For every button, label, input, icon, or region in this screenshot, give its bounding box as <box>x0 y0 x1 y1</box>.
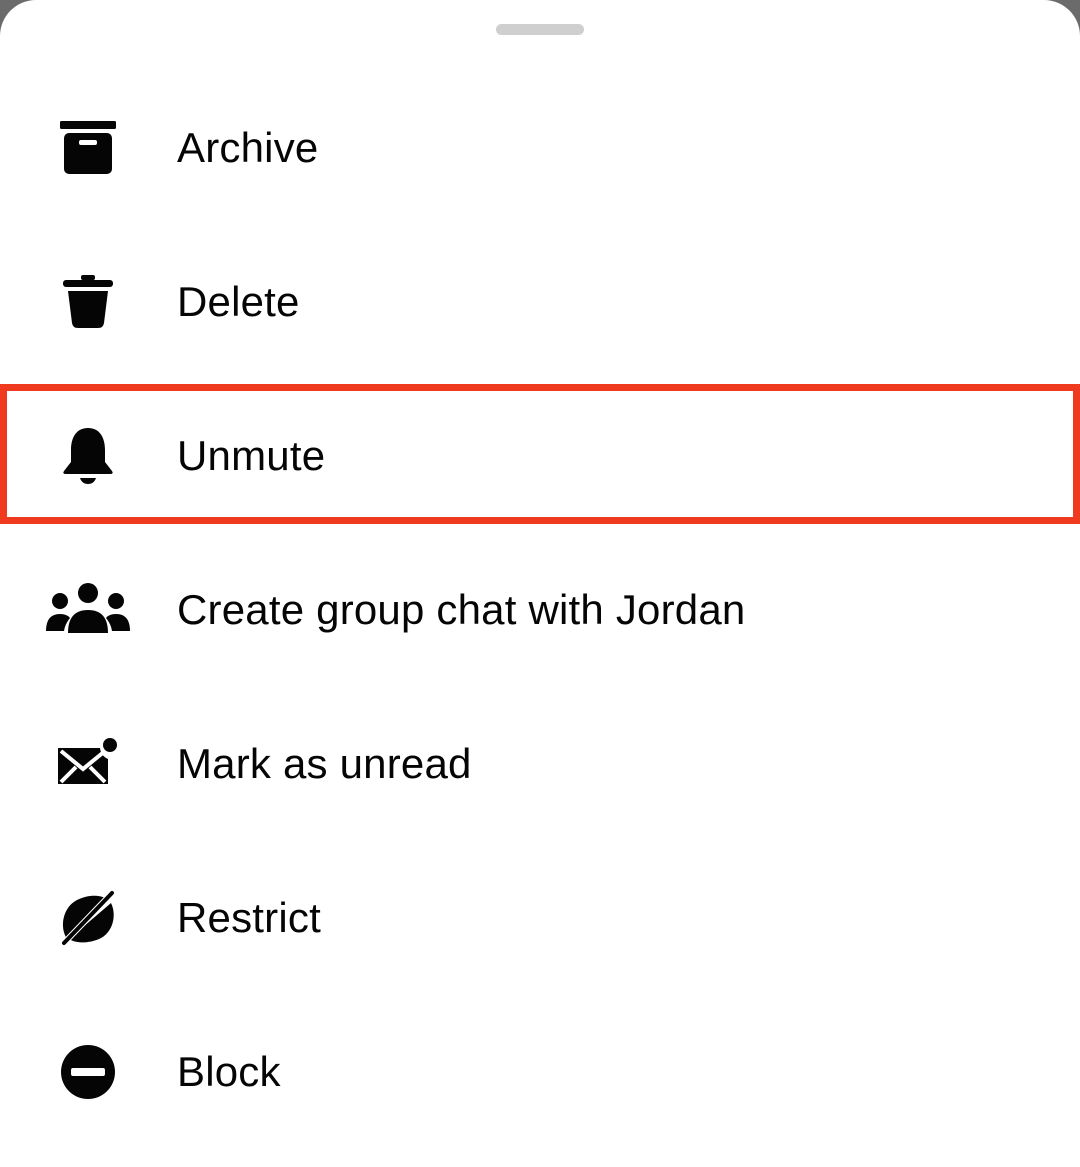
menu-item-label: Block <box>177 1048 281 1095</box>
options-menu: Archive Delete Unmute Create group chat … <box>0 71 1080 1149</box>
menu-item-mark-as-unread[interactable]: Mark as unread <box>0 687 1080 841</box>
bell-icon <box>42 424 134 488</box>
archive-icon <box>42 116 134 180</box>
menu-item-label: Unmute <box>177 432 326 479</box>
menu-item-archive[interactable]: Archive <box>0 71 1080 225</box>
menu-item-label: Archive <box>177 124 319 171</box>
restrict-icon <box>42 886 134 950</box>
block-icon <box>42 1040 134 1104</box>
trash-icon <box>42 270 134 334</box>
menu-item-create-group-chat[interactable]: Create group chat with Jordan <box>0 533 1080 687</box>
menu-item-label: Restrict <box>177 894 321 941</box>
group-icon <box>42 578 134 642</box>
menu-item-label: Mark as unread <box>177 740 472 787</box>
menu-item-unmute[interactable]: Unmute <box>0 379 1080 533</box>
menu-item-block[interactable]: Block <box>0 995 1080 1149</box>
drag-handle[interactable] <box>496 24 584 35</box>
menu-item-delete[interactable]: Delete <box>0 225 1080 379</box>
envelope-unread-icon <box>42 732 134 796</box>
bottom-sheet: Archive Delete Unmute Create group chat … <box>0 0 1080 1167</box>
menu-item-label: Create group chat with Jordan <box>177 586 746 633</box>
menu-item-label: Delete <box>177 278 300 325</box>
menu-item-restrict[interactable]: Restrict <box>0 841 1080 995</box>
